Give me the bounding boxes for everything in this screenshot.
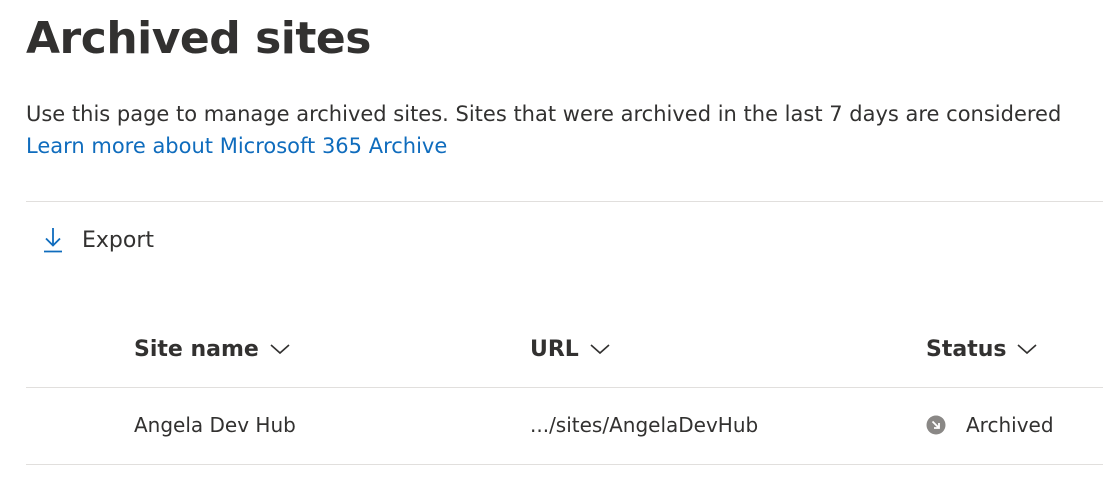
column-header-label: URL bbox=[530, 336, 579, 362]
column-header-label: Status bbox=[926, 336, 1007, 362]
table-header: Site name URL Status bbox=[26, 329, 1103, 387]
chevron-down-icon bbox=[1016, 342, 1038, 356]
chevron-down-icon bbox=[589, 342, 611, 356]
status-cell: Archived bbox=[926, 410, 1054, 440]
export-button[interactable]: Export bbox=[38, 220, 154, 260]
column-header-status[interactable]: Status bbox=[926, 329, 1038, 369]
chevron-down-icon bbox=[269, 342, 291, 356]
column-header-url[interactable]: URL bbox=[530, 329, 611, 369]
page-title: Archived sites bbox=[26, 13, 371, 64]
page-description: Use this page to manage archived sites. … bbox=[26, 102, 1062, 126]
url-cell: .../sites/AngelaDevHub bbox=[530, 413, 759, 437]
archived-status-icon bbox=[926, 415, 946, 435]
export-label: Export bbox=[82, 227, 155, 253]
column-header-site-name[interactable]: Site name bbox=[134, 329, 291, 369]
toolbar-divider bbox=[26, 201, 1103, 202]
site-name-cell: Angela Dev Hub bbox=[134, 413, 296, 437]
learn-more-link[interactable]: Learn more about Microsoft 365 Archive bbox=[26, 130, 447, 162]
table-row[interactable]: Angela Dev Hub .../sites/AngelaDevHub Ar… bbox=[26, 388, 1103, 464]
column-header-label: Site name bbox=[134, 336, 259, 362]
status-label: Archived bbox=[966, 413, 1054, 437]
row-divider bbox=[26, 464, 1103, 465]
archived-sites-page: Archived sites Use this page to manage a… bbox=[0, 0, 1103, 481]
download-arrow-icon bbox=[38, 225, 68, 255]
